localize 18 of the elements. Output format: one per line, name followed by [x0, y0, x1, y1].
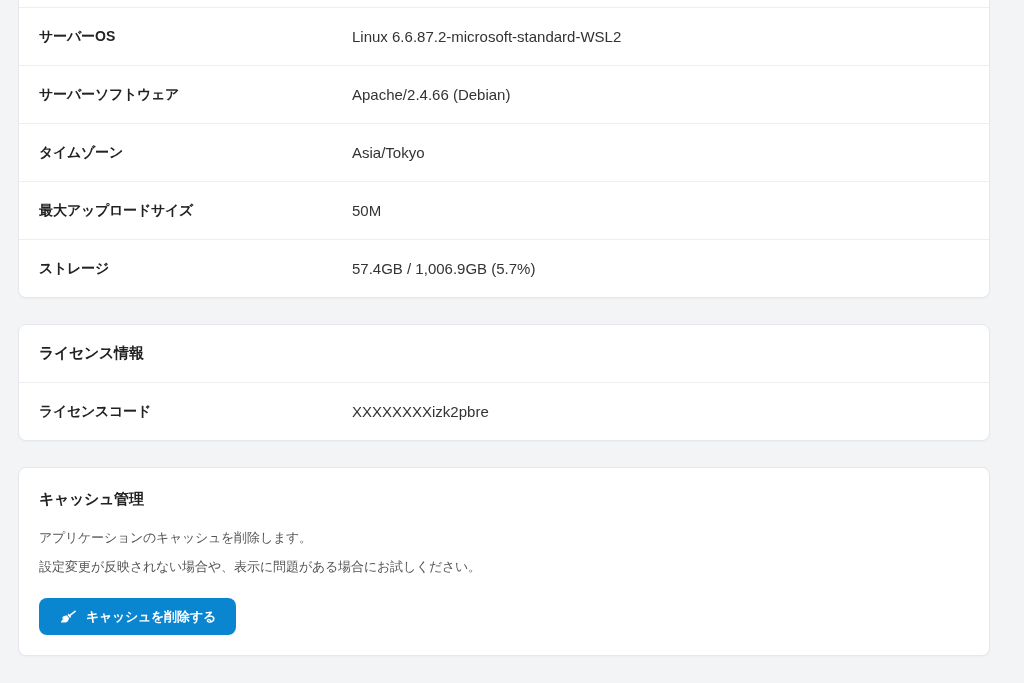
row-value: XXXXXXXXizk2pbre	[352, 403, 490, 420]
row-label: サーバーOS	[39, 27, 117, 46]
row-label: ストレージ	[39, 259, 110, 278]
broom-icon	[61, 609, 76, 624]
row-label: サーバーソフトウェア	[39, 85, 180, 104]
row-value: Linux 6.6.87.2-microsoft-standard-WSL2	[352, 28, 623, 45]
row-value: Apache/2.4.66 (Debian)	[352, 86, 512, 103]
row-label: ライセンスコード	[39, 402, 152, 421]
row-value: 57.4GB / 1,006.9GB (5.7%)	[352, 260, 537, 277]
row-label: 最大アップロードサイズ	[39, 201, 195, 220]
section-title: キャッシュ管理	[39, 490, 145, 509]
row-value: 50M	[352, 202, 383, 219]
description-text: 設定変更が反映されない場合や、表示に問題がある場合にお試しください。	[39, 558, 482, 576]
row-label: タイムゾーン	[39, 143, 124, 162]
row-value: Asia/Tokyo	[352, 144, 426, 161]
section-title: ライセンス情報	[39, 344, 144, 363]
description-text: アプリケーションのキャッシュを削除します。	[39, 529, 313, 547]
clear-cache-button[interactable]: キャッシュを削除する	[39, 598, 236, 635]
